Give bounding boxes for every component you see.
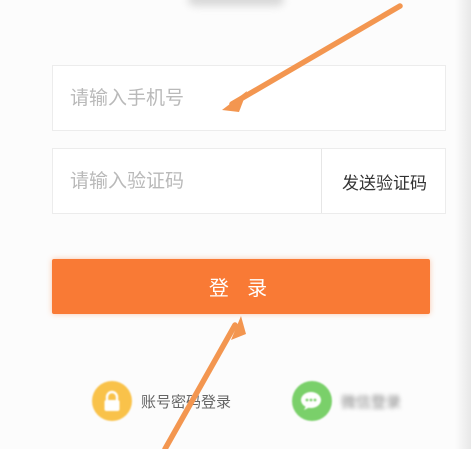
lock-icon: [92, 381, 132, 421]
right-edge-shadow: [455, 0, 471, 449]
password-login-label: 账号密码登录: [141, 392, 232, 411]
phone-field[interactable]: [52, 65, 446, 131]
wechat-login-option[interactable]: 微信登录: [292, 380, 401, 422]
phone-input[interactable]: [70, 87, 310, 109]
arrow-head-login: [231, 316, 246, 340]
verification-code-input[interactable]: [70, 170, 300, 192]
verification-code-field[interactable]: 发送验证码: [52, 148, 446, 214]
send-code-button[interactable]: 发送验证码: [322, 149, 447, 213]
wechat-icon: [292, 381, 332, 421]
password-login-option[interactable]: 账号密码登录: [92, 380, 231, 422]
login-button[interactable]: 登 录: [52, 259, 430, 314]
wechat-login-label: 微信登录: [341, 392, 402, 411]
login-screen: 发送验证码 登 录 账号密码登录 微信登录: [0, 0, 471, 449]
top-blurred-element: [188, 0, 284, 6]
